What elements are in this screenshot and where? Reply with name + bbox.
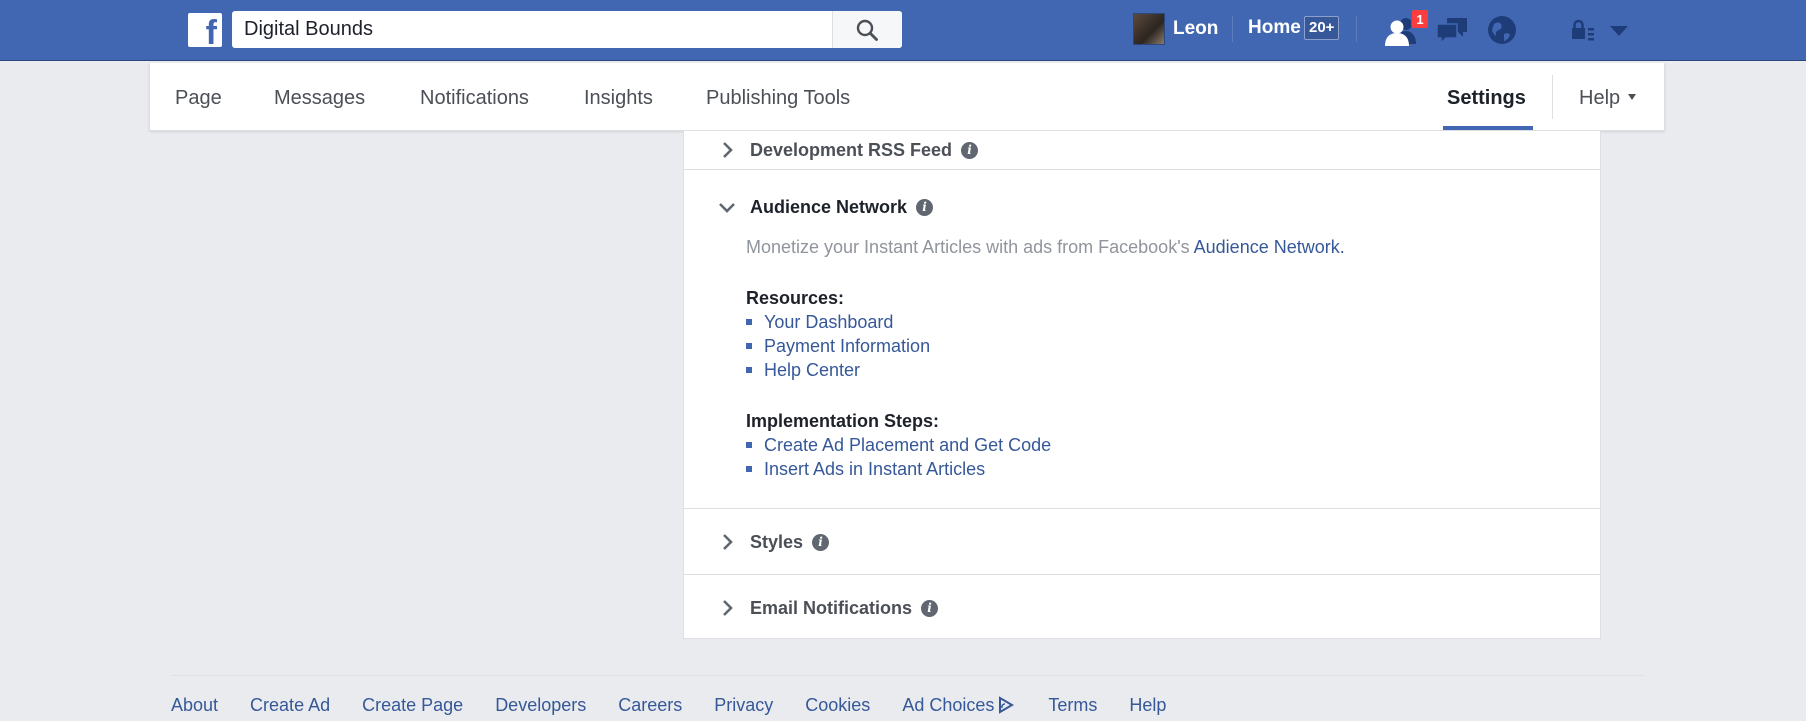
section-header[interactable]: Audience Network i [716, 195, 934, 219]
section-header[interactable]: Styles i [716, 530, 830, 554]
footer-link-create-ad[interactable]: Create Ad [250, 693, 330, 717]
help-center-link[interactable]: Help Center [764, 360, 860, 380]
info-icon[interactable]: i [921, 599, 939, 617]
ad-choices-icon [999, 696, 1015, 714]
footer-link-create-page[interactable]: Create Page [362, 693, 463, 717]
tab-page[interactable]: Page [175, 87, 222, 110]
section-audience-network: Audience Network i Monetize your Instant… [684, 170, 1600, 509]
list-item: Payment Information [746, 336, 930, 357]
section-header[interactable]: Development RSS Feed i [716, 138, 979, 162]
footer-link-privacy[interactable]: Privacy [714, 693, 773, 717]
list-item: Help Center [746, 360, 860, 381]
footer-link-help[interactable]: Help [1129, 693, 1166, 717]
info-icon[interactable]: i [961, 141, 979, 159]
footer-link-cookies[interactable]: Cookies [805, 693, 870, 717]
messages-icon[interactable] [1433, 10, 1473, 50]
info-icon[interactable]: i [812, 533, 830, 551]
footer-link-about[interactable]: About [171, 693, 218, 717]
footer-links: About Create Ad Create Page Developers C… [171, 693, 1198, 717]
divider [1356, 16, 1357, 42]
create-ad-placement-link[interactable]: Create Ad Placement and Get Code [764, 435, 1051, 455]
insert-ads-link[interactable]: Insert Ads in Instant Articles [764, 459, 985, 479]
section-title: Development RSS Feed [750, 139, 953, 160]
audience-network-description: Monetize your Instant Articles with ads … [746, 237, 1345, 258]
ad-choices-label: Ad Choices [902, 694, 995, 715]
your-dashboard-link[interactable]: Your Dashboard [764, 312, 893, 332]
list-item: Insert Ads in Instant Articles [746, 459, 985, 480]
profile-link[interactable]: Leon [1133, 12, 1218, 46]
search-icon [856, 19, 878, 41]
chevron-down-icon [716, 195, 738, 219]
divider [1232, 16, 1233, 42]
help-label: Help [1579, 87, 1621, 109]
audience-network-link[interactable]: Audience Network. [1194, 237, 1345, 257]
footer-link-careers[interactable]: Careers [618, 693, 682, 717]
tab-messages[interactable]: Messages [274, 87, 365, 110]
facebook-logo-icon[interactable]: f [188, 13, 222, 50]
bullet [746, 319, 752, 325]
bullet [746, 466, 752, 472]
footer-link-terms[interactable]: Terms [1048, 693, 1097, 717]
search-input[interactable] [232, 11, 832, 48]
info-icon[interactable]: i [916, 198, 934, 216]
instant-articles-settings-panel: Development RSS Feed i Audience Network … [683, 131, 1601, 639]
bullet [746, 343, 752, 349]
section-email-notifications: Email Notifications i [684, 575, 1600, 639]
payment-information-link[interactable]: Payment Information [764, 336, 930, 356]
avatar [1133, 13, 1165, 45]
chevron-right-icon [716, 138, 738, 162]
top-navigation-bar: f Leon Home 20+ 1 [0, 0, 1806, 61]
search-box [232, 11, 902, 48]
section-styles: Styles i [684, 509, 1600, 575]
bullet [746, 442, 752, 448]
friend-requests-badge: 1 [1411, 9, 1429, 29]
list-item: Your Dashboard [746, 312, 893, 333]
tab-notifications[interactable]: Notifications [420, 87, 529, 110]
globe-notifications-icon[interactable] [1482, 10, 1522, 50]
caret-down-icon [1628, 93, 1637, 100]
help-menu[interactable]: Help [1579, 87, 1637, 110]
section-development-rss-feed: Development RSS Feed i [684, 131, 1600, 170]
resources-heading: Resources: [746, 288, 845, 308]
search-button[interactable] [832, 11, 902, 48]
home-count-badge: 20+ [1304, 16, 1340, 40]
footer-divider [171, 675, 1643, 676]
description-text: Monetize your Instant Articles with ads … [746, 237, 1190, 257]
chevron-right-icon [716, 530, 738, 554]
section-header[interactable]: Email Notifications i [716, 596, 939, 620]
chevron-right-icon [716, 596, 738, 620]
bullet [746, 367, 752, 373]
section-title: Audience Network [750, 196, 908, 217]
active-tab-indicator [1443, 126, 1533, 130]
divider [1552, 75, 1553, 119]
footer-link-ad-choices[interactable]: Ad Choices [902, 693, 1016, 717]
footer-link-developers[interactable]: Developers [495, 693, 586, 717]
section-title: Styles [750, 531, 804, 552]
page-tab-bar: Page Messages Notifications Insights Pub… [149, 63, 1665, 131]
section-title: Email Notifications [750, 597, 913, 618]
tab-settings[interactable]: Settings [1447, 87, 1526, 110]
home-link[interactable]: Home [1248, 17, 1301, 39]
user-name: Leon [1173, 18, 1219, 39]
account-menu-icon[interactable] [1600, 10, 1640, 50]
implementation-steps-heading: Implementation Steps: [746, 411, 940, 431]
list-item: Create Ad Placement and Get Code [746, 435, 1051, 456]
tab-insights[interactable]: Insights [584, 87, 653, 110]
tab-publishing-tools[interactable]: Publishing Tools [706, 87, 850, 110]
